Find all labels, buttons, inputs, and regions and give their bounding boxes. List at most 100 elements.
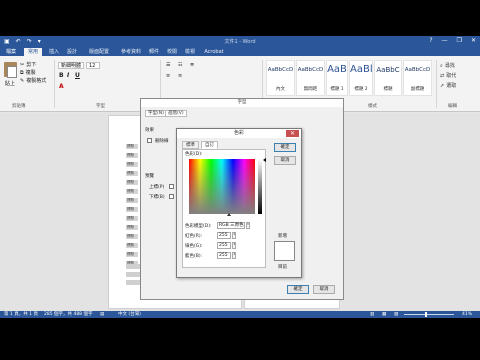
replace-icon: ⇄ — [440, 72, 445, 79]
green-input[interactable]: 255 — [217, 242, 231, 249]
tab-acrobat[interactable]: Acrobat — [202, 48, 226, 56]
luminance-slider[interactable] — [258, 159, 262, 214]
bullets-icon[interactable]: ☰ — [166, 62, 170, 68]
close-icon[interactable]: ✕ — [286, 130, 299, 137]
close-icon[interactable]: ✕ — [471, 37, 476, 44]
current-color-label: 目前 — [278, 265, 287, 270]
tab-custom[interactable]: 自訂 — [201, 141, 218, 149]
print-layout-icon[interactable]: ▦ — [382, 311, 386, 318]
language-indicator[interactable]: 中文 (台灣) — [118, 311, 141, 318]
color-cancel-button[interactable]: 取消 — [274, 156, 296, 165]
list-item: 標題 — [126, 234, 138, 239]
font-group-label: 字型 — [96, 104, 105, 109]
restore-icon[interactable]: ❐ — [457, 37, 462, 44]
chevron-down-icon[interactable]: ▾ — [246, 222, 250, 229]
colors-label: 色彩(D): — [185, 152, 203, 157]
tab-advanced[interactable]: 進階(V) — [165, 110, 187, 117]
luminance-arrow-icon[interactable] — [263, 158, 266, 162]
tab-design[interactable]: 設計 — [64, 48, 80, 56]
word-count[interactable]: 285 個字，共 488 個字 — [44, 311, 92, 318]
color-dialog-title: 色彩 — [177, 129, 301, 138]
font-cancel-button[interactable]: 取消 — [313, 285, 335, 294]
tab-view[interactable]: 檢視 — [182, 48, 198, 56]
replace-button[interactable]: ⇄ 取代 — [440, 72, 456, 80]
tab-file[interactable]: 檔案 — [2, 48, 20, 56]
style-heading-2[interactable]: AaBl 標題 2 — [349, 60, 373, 96]
red-input[interactable]: 255 — [217, 232, 231, 239]
tab-mailings[interactable]: 郵件 — [146, 48, 162, 56]
page-count[interactable]: 第 1 頁，共 1 頁 — [4, 311, 38, 318]
list-item: 標題 — [126, 198, 138, 203]
color-dialog: 色彩 ✕ 標準 自訂 色彩(D): 色彩模型(D): RGB 三原色 ▾ 紅色(… — [176, 128, 302, 278]
tab-review[interactable]: 校閱 — [164, 48, 180, 56]
color-model-label: 色彩模型(D): — [185, 224, 212, 229]
tab-insert[interactable]: 插入 — [46, 48, 62, 56]
list-item: 標題 — [126, 171, 138, 176]
style-subtitle[interactable]: AaBbCcD 副標題 — [403, 60, 432, 96]
font-dialog-title: 字型 — [141, 99, 343, 107]
group-divider — [436, 60, 437, 108]
style-no-spacing[interactable]: AaBbCcD 無間距 — [296, 60, 325, 96]
proofing-icon[interactable]: ▤ — [100, 311, 104, 318]
minimize-icon[interactable]: — — [442, 37, 448, 44]
blue-stepper[interactable]: ⇕ — [232, 252, 236, 259]
paste-button[interactable]: 貼上 — [5, 80, 15, 87]
zoom-thumb[interactable] — [425, 312, 427, 317]
superscript-checkbox[interactable] — [169, 184, 174, 189]
style-heading-1[interactable]: AaB 標題 1 — [326, 60, 348, 96]
red-stepper[interactable]: ⇕ — [232, 232, 236, 239]
list-item: 標題 — [126, 162, 138, 167]
copy-button[interactable]: ⧉ 複製 — [20, 69, 36, 77]
web-layout-icon[interactable]: ▧ — [394, 311, 398, 318]
underline-button[interactable]: U — [75, 72, 80, 79]
style-title[interactable]: AaBbC 標題 — [374, 60, 402, 96]
tab-font[interactable]: 字型(N) — [145, 110, 167, 117]
list-item: 標題 — [126, 216, 138, 221]
numbering-icon[interactable]: ☷ — [178, 62, 182, 68]
new-color-label: 新增 — [278, 234, 287, 239]
style-normal[interactable]: AaBbCcD 內文 — [266, 60, 295, 96]
list-item: 標題 — [126, 180, 138, 185]
font-ok-button[interactable]: 確定 — [287, 285, 309, 294]
window-title: 文件1 - Word — [224, 39, 256, 45]
align-center-icon[interactable]: ≡ — [178, 73, 182, 79]
help-icon[interactable]: ? — [429, 37, 432, 44]
green-stepper[interactable]: ⇕ — [232, 242, 236, 249]
new-current-swatch — [274, 241, 295, 261]
tab-standard[interactable]: 標準 — [182, 141, 199, 149]
spectrum-cursor-icon[interactable] — [227, 213, 231, 216]
multilevel-icon[interactable]: ≣ — [190, 62, 194, 68]
paste-icon[interactable] — [4, 62, 17, 78]
font-name-box[interactable]: 新細明體 — [58, 62, 84, 69]
read-mode-icon[interactable]: ▥ — [370, 311, 374, 318]
zoom-slider[interactable] — [404, 314, 454, 315]
copy-icon: ⧉ — [20, 69, 24, 76]
ribbon-tabs: 檔案 常用 插入 設計 版面配置 參考資料 郵件 校閱 檢視 Acrobat — [0, 47, 480, 56]
strikethrough-label: 刪除線 — [155, 139, 169, 144]
format-painter-button[interactable]: ✎ 複製格式 — [20, 77, 46, 85]
zoom-level[interactable]: 41% — [462, 311, 472, 318]
font-size-box[interactable]: 12 — [86, 62, 100, 69]
list-item: 標題 — [126, 243, 138, 248]
clipboard-group-label: 剪貼簿 — [12, 104, 26, 109]
list-item: 標題 — [126, 207, 138, 212]
italic-button[interactable]: I — [67, 72, 69, 79]
strikethrough-checkbox[interactable] — [147, 138, 152, 143]
tab-layout[interactable]: 版面配置 — [84, 48, 114, 56]
group-divider — [54, 60, 55, 108]
color-model-select[interactable]: RGB 三原色 — [217, 222, 245, 229]
find-button[interactable]: ⌕ 尋找 — [440, 62, 455, 70]
color-ok-button[interactable]: 確定 — [274, 143, 296, 152]
superscript-label: 上標(P) — [149, 185, 165, 190]
subscript-checkbox[interactable] — [169, 194, 174, 199]
font-color-button[interactable]: A — [59, 83, 64, 90]
select-button[interactable]: ➚ 選取 — [440, 82, 456, 90]
tab-home[interactable]: 常用 — [24, 48, 42, 56]
blue-input[interactable]: 255 — [217, 252, 231, 259]
bold-button[interactable]: B — [59, 72, 64, 79]
align-left-icon[interactable]: ≡ — [166, 73, 170, 79]
cut-button[interactable]: ✂ 剪下 — [20, 61, 36, 69]
color-spectrum[interactable] — [189, 159, 255, 214]
search-icon: ⌕ — [440, 62, 443, 69]
tab-references[interactable]: 參考資料 — [116, 48, 146, 56]
